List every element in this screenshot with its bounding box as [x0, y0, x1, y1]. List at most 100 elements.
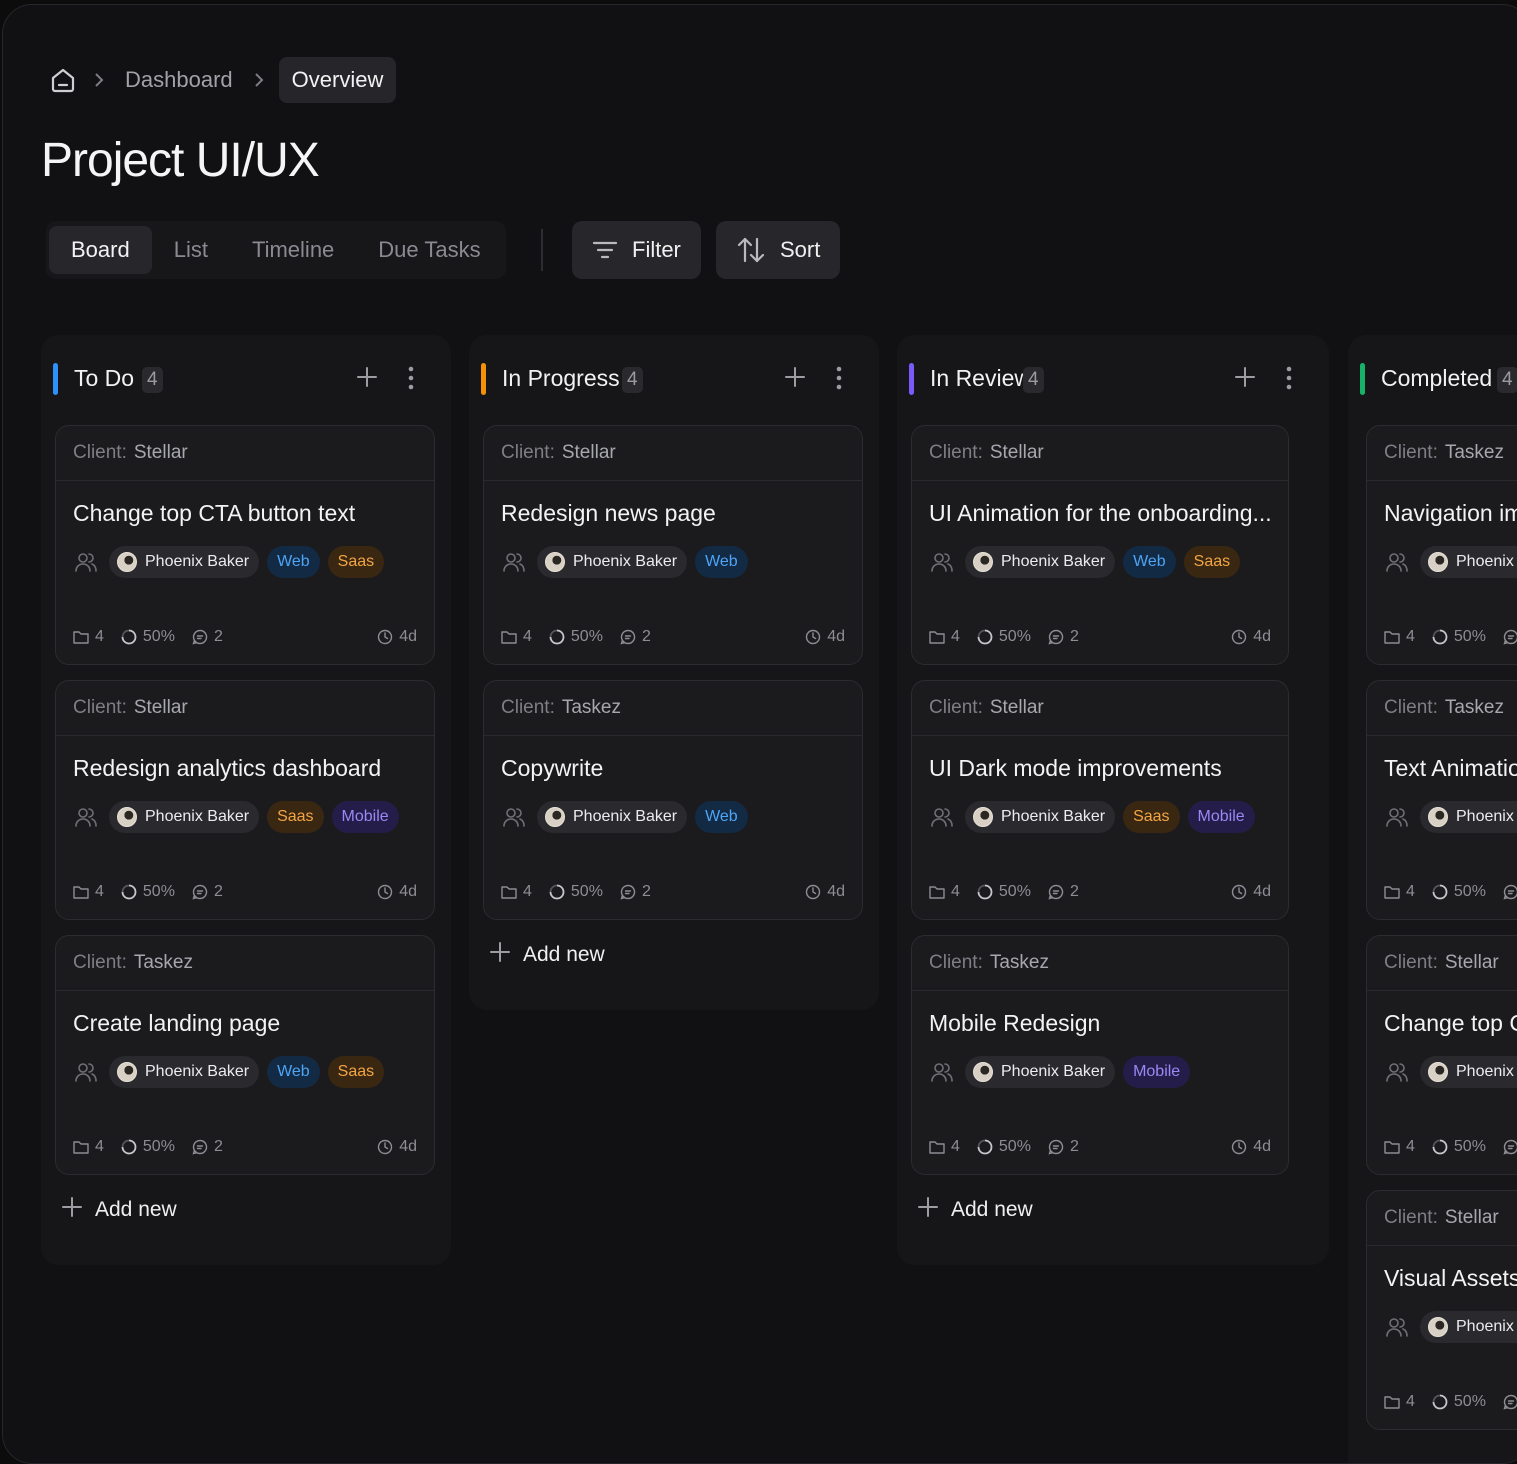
tab-timeline[interactable]: Timeline	[230, 226, 356, 274]
client-name: Taskez	[561, 697, 621, 718]
due-stat: 4d	[377, 883, 417, 901]
add-card-icon[interactable]	[783, 365, 807, 389]
folder-icon	[1384, 1140, 1400, 1154]
tag-web[interactable]: Web	[267, 1056, 320, 1088]
card-meta: Phoenix Baker Web Saas	[73, 1056, 385, 1088]
assignee-chip[interactable]: Phoenix Baker	[109, 1056, 260, 1088]
breadcrumb-current[interactable]: Overview	[278, 57, 397, 103]
people-icon	[73, 549, 99, 575]
client-name: Stellar	[133, 697, 188, 718]
assignee-chip[interactable]: Phoenix B	[1420, 546, 1517, 578]
assignee-name: Phoenix Baker	[1001, 553, 1106, 570]
task-card[interactable]: Client: Taskez Mobile Redesign Phoenix Bake…	[911, 935, 1289, 1175]
tag-saas[interactable]: Saas	[267, 801, 324, 833]
more-options-icon[interactable]	[1283, 365, 1295, 391]
progress-value: 50%	[1453, 1393, 1486, 1410]
tag-web[interactable]: Web	[1123, 546, 1176, 578]
progress-stat: 50%	[1432, 628, 1486, 646]
assignee-chip[interactable]: Phoenix Baker	[537, 546, 688, 578]
breadcrumb-dashboard[interactable]: Dashboard	[119, 67, 239, 93]
comments-stat	[1503, 1139, 1517, 1155]
add-new-button[interactable]: Add new	[917, 1196, 1033, 1224]
progress-icon	[1432, 884, 1448, 900]
card-meta: Phoenix B	[1384, 1311, 1517, 1343]
assignee-chip[interactable]: Phoenix Baker	[965, 801, 1116, 833]
tab-board[interactable]: Board	[49, 226, 152, 274]
progress-stat: 50%	[549, 628, 603, 646]
card-client: Client: Stellar	[1367, 1191, 1517, 1246]
assignee-chip[interactable]: Phoenix B	[1420, 801, 1517, 833]
files-count: 4	[523, 883, 532, 900]
card-meta: Phoenix B	[1384, 546, 1517, 578]
task-card[interactable]: Client: Stellar Change top CTA button text…	[55, 425, 435, 665]
client-name: Stellar	[133, 442, 188, 463]
due-value: 4d	[399, 883, 417, 900]
tab-list[interactable]: List	[152, 226, 230, 274]
assignee-chip[interactable]: Phoenix B	[1420, 1311, 1517, 1343]
tag-saas[interactable]: Saas	[1183, 546, 1241, 578]
assignee-name: Phoenix B	[1456, 808, 1517, 825]
sort-button[interactable]: Sort	[716, 221, 841, 279]
assignee-chip[interactable]: Phoenix Baker	[109, 801, 260, 833]
tag-mobile[interactable]: Mobile	[1123, 1056, 1191, 1088]
column-header: Completed 4	[1348, 335, 1517, 421]
due-value: 4d	[827, 628, 845, 645]
client-name: Stellar	[989, 442, 1044, 463]
task-card[interactable]: Client: Taskez Text Animatio Phoenix B 4 50%	[1366, 680, 1517, 920]
task-card[interactable]: Client: Taskez Navigation imp Phoenix B 4 50%	[1366, 425, 1517, 665]
assignee-chip[interactable]: Phoenix B	[1420, 1056, 1517, 1088]
files-count: 4	[95, 628, 104, 645]
assignee-chip[interactable]: Phoenix Baker	[109, 546, 260, 578]
tag-saas[interactable]: Saas	[1123, 801, 1180, 833]
progress-stat: 50%	[977, 628, 1031, 646]
card-title: Redesign news page	[501, 500, 716, 526]
task-card[interactable]: Client: Taskez Create landing page Phoenix …	[55, 935, 435, 1175]
column-todo: To Do 4 Client: Stellar Change top CTA butto…	[41, 335, 451, 1265]
progress-value: 50%	[142, 1138, 175, 1155]
add-new-button[interactable]: Add new	[61, 1196, 177, 1224]
client-name: Taskez	[1444, 697, 1504, 718]
files-count: 4	[1406, 1138, 1415, 1155]
task-card[interactable]: Client: Stellar UI Dark mode improvements P…	[911, 680, 1289, 920]
home-icon[interactable]	[47, 64, 79, 96]
task-card[interactable]: Client: Stellar Redesign analytics dashboa…	[55, 680, 435, 920]
card-meta: Phoenix Baker Saas Mobile	[73, 801, 399, 833]
more-options-icon[interactable]	[833, 365, 845, 391]
tag-web[interactable]: Web	[695, 801, 748, 833]
task-card[interactable]: Client: Stellar Change top C Phoenix B 4 50%	[1366, 935, 1517, 1175]
add-card-icon[interactable]	[1233, 365, 1257, 389]
progress-stat: 50%	[121, 883, 175, 901]
assignee-chip[interactable]: Phoenix Baker	[537, 801, 688, 833]
sort-label: Sort	[780, 237, 821, 262]
assignee-chip[interactable]: Phoenix Baker	[965, 1056, 1116, 1088]
assignee-name: Phoenix Baker	[145, 553, 250, 570]
task-card[interactable]: Client: Stellar Redesign news page Phoenix …	[483, 425, 863, 665]
tag-saas[interactable]: Saas	[327, 1056, 385, 1088]
people-icon	[1384, 549, 1410, 575]
task-card[interactable]: Client: Taskez Copywrite Phoenix Baker Web 4 5…	[483, 680, 863, 920]
files-count: 4	[951, 883, 960, 900]
task-card[interactable]: Client: Stellar UI Animation for the onboa…	[911, 425, 1289, 665]
more-options-icon[interactable]	[405, 365, 417, 391]
avatar	[1428, 1317, 1448, 1337]
filter-button[interactable]: Filter	[572, 221, 701, 279]
card-stats: 4 50% 2 4d	[73, 1138, 417, 1156]
tag-web[interactable]: Web	[267, 546, 320, 578]
people-icon	[1384, 1059, 1410, 1085]
add-new-button[interactable]: Add new	[489, 941, 605, 969]
tag-saas[interactable]: Saas	[327, 546, 385, 578]
tag-web[interactable]: Web	[695, 546, 748, 578]
progress-value: 50%	[998, 1138, 1031, 1155]
add-new-label: Add new	[95, 1198, 177, 1221]
tag-mobile[interactable]: Mobile	[331, 801, 399, 833]
comments-count: 2	[1069, 628, 1079, 645]
task-card[interactable]: Client: Stellar Visual Assets C Phoenix B 4 5…	[1366, 1190, 1517, 1430]
add-card-icon[interactable]	[355, 365, 379, 389]
assignee-chip[interactable]: Phoenix Baker	[965, 546, 1116, 578]
tag-mobile[interactable]: Mobile	[1187, 801, 1255, 833]
due-value: 4d	[1253, 1138, 1271, 1155]
tab-due-tasks[interactable]: Due Tasks	[356, 226, 502, 274]
card-title: Change top CTA button text	[73, 500, 356, 526]
clock-icon	[1231, 1139, 1247, 1155]
people-icon	[73, 1059, 99, 1085]
